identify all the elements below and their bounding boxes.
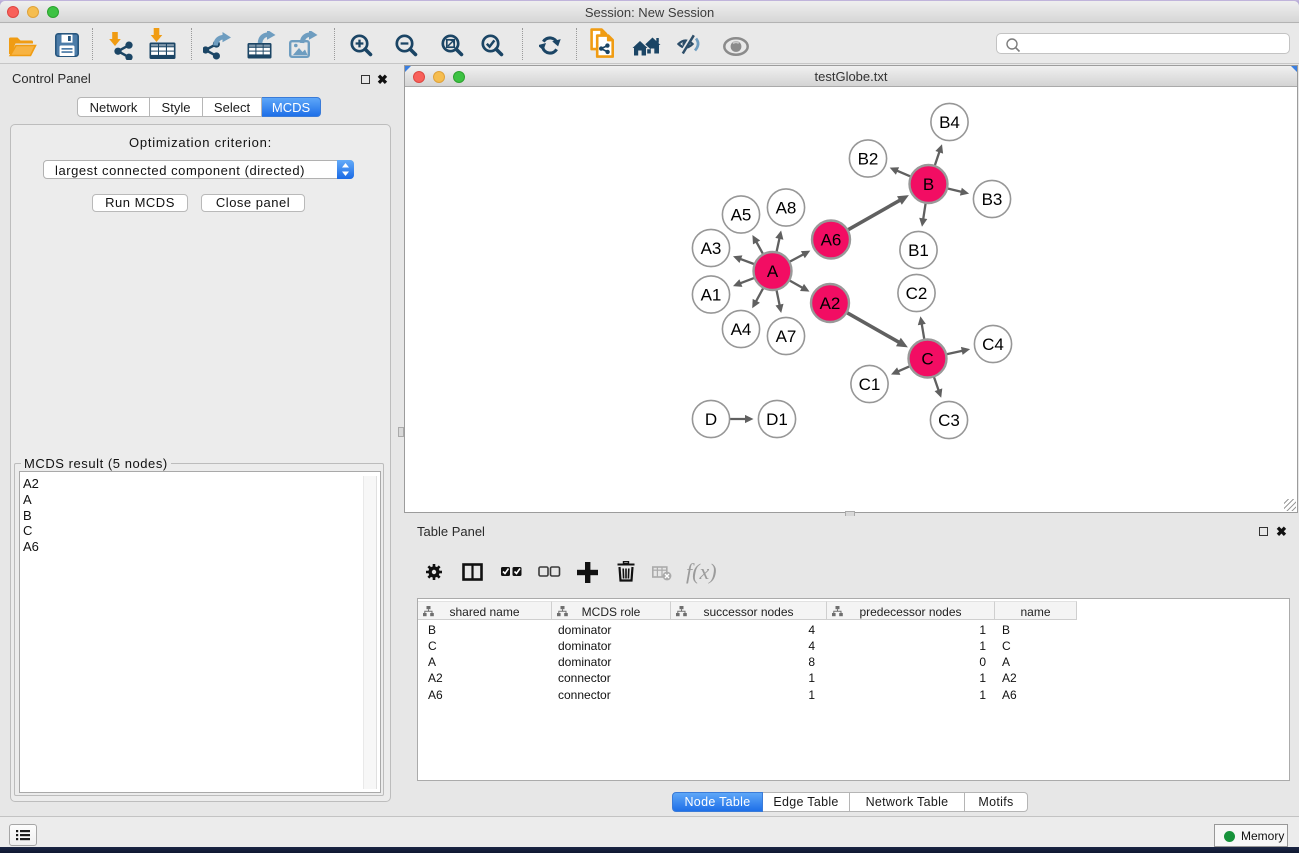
svg-text:A2: A2 [820,294,841,313]
svg-text:B2: B2 [858,150,879,169]
svg-text:A: A [767,262,779,281]
svg-text:A7: A7 [776,327,797,346]
svg-text:B: B [923,175,934,194]
svg-text:C3: C3 [938,411,960,430]
svg-text:A3: A3 [701,239,722,258]
svg-text:A1: A1 [701,286,722,305]
svg-text:C2: C2 [906,284,928,303]
svg-text:A5: A5 [731,206,752,225]
svg-text:B4: B4 [939,113,960,132]
svg-text:C4: C4 [982,335,1004,354]
svg-text:D1: D1 [766,410,788,429]
svg-text:D: D [705,410,717,429]
svg-text:C: C [921,350,933,369]
svg-text:A4: A4 [731,320,752,339]
svg-text:A6: A6 [821,231,842,250]
svg-text:C1: C1 [859,375,881,394]
svg-text:B3: B3 [982,190,1003,209]
svg-text:A8: A8 [776,199,797,218]
svg-text:B1: B1 [908,241,929,260]
